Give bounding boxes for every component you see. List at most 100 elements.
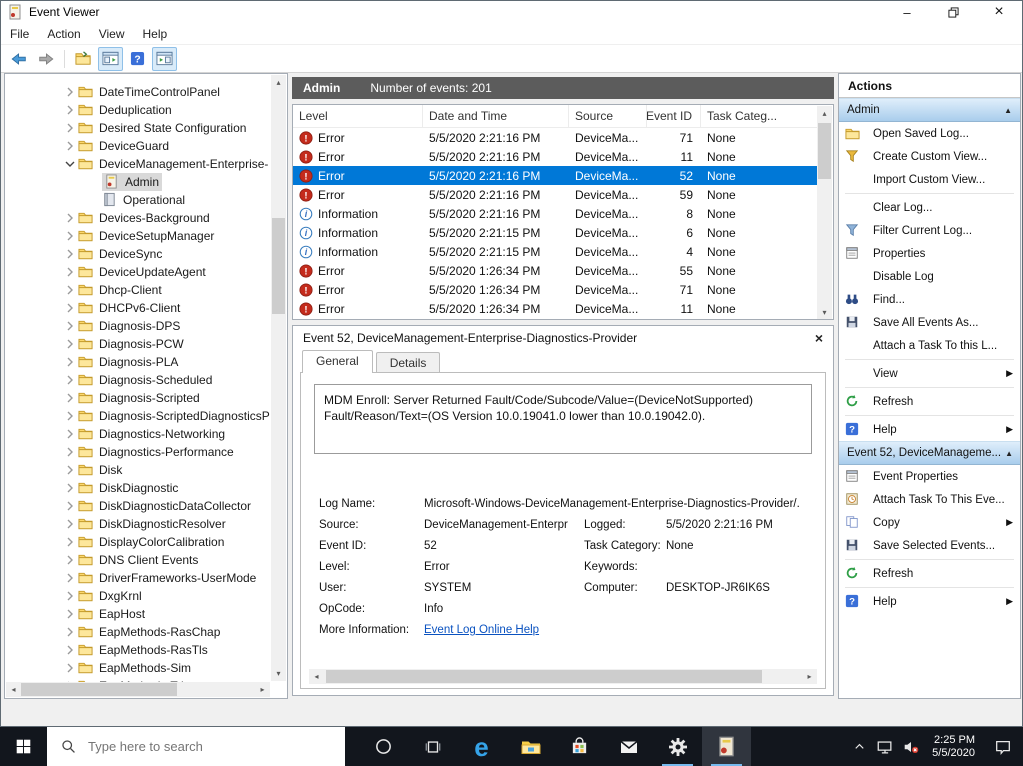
- event-row-id-11[interactable]: !Error5/5/2020 2:21:16 PMDeviceMa...11No…: [293, 147, 817, 166]
- action-import-custom-view[interactable]: Import Custom View...: [839, 168, 1020, 191]
- event-viewer-taskbar-button[interactable]: [702, 727, 751, 766]
- event-row-id-55[interactable]: !Error5/5/2020 1:26:34 PMDeviceMa...55No…: [293, 261, 817, 280]
- tree-item-diagnosis-pla[interactable]: Diagnosis-PLA: [5, 353, 270, 371]
- event-row-id-8[interactable]: iInformation5/5/2020 2:21:16 PMDeviceMa.…: [293, 204, 817, 223]
- action-attach-a-task-to-this-l[interactable]: Attach a Task To this L...: [839, 334, 1020, 357]
- console-tree-toggle[interactable]: [98, 47, 123, 71]
- event-row-id-11[interactable]: !Error5/5/2020 1:26:34 PMDeviceMa...11No…: [293, 299, 817, 318]
- chevron-right-icon[interactable]: [62, 354, 78, 370]
- action-create-custom-view[interactable]: Create Custom View...: [839, 145, 1020, 168]
- tree-item-deviceupdateagent[interactable]: DeviceUpdateAgent: [5, 263, 270, 281]
- chevron-right-icon[interactable]: [62, 210, 78, 226]
- close-icon[interactable]: ×: [815, 330, 823, 346]
- tab-general[interactable]: General: [302, 350, 373, 373]
- tree-item-eapmethods-rastls[interactable]: EapMethods-RasTls: [5, 641, 270, 659]
- chevron-right-icon[interactable]: [62, 534, 78, 550]
- action-attach-task-to-this-eve[interactable]: Attach Task To This Eve...: [839, 488, 1020, 511]
- actions-section-header-admin[interactable]: Admin▲: [839, 98, 1020, 122]
- tree-vertical-scrollbar[interactable]: ▴ ▾: [271, 75, 286, 681]
- chevron-right-icon[interactable]: [62, 246, 78, 262]
- chevron-right-icon[interactable]: [62, 570, 78, 586]
- tree-item-dhcpv6-client[interactable]: DHCPv6-Client: [5, 299, 270, 317]
- chevron-right-icon[interactable]: [62, 84, 78, 100]
- tray-chevron-up-icon[interactable]: [846, 739, 872, 754]
- scroll-right-icon[interactable]: ▸: [802, 669, 817, 684]
- chevron-right-icon[interactable]: [62, 498, 78, 514]
- action-clear-log[interactable]: Clear Log...: [839, 196, 1020, 219]
- help-button[interactable]: ?: [125, 47, 150, 71]
- collapse-icon[interactable]: ▲: [1001, 449, 1013, 458]
- event-row-id-71[interactable]: !Error5/5/2020 1:26:34 PMDeviceMa...71No…: [293, 280, 817, 299]
- event-row-id-6[interactable]: iInformation5/5/2020 2:21:15 PMDeviceMa.…: [293, 223, 817, 242]
- action-save-selected-events[interactable]: Save Selected Events...: [839, 534, 1020, 557]
- search-input[interactable]: [86, 738, 300, 755]
- menu-action[interactable]: Action: [38, 25, 89, 43]
- action-filter-current-log[interactable]: Filter Current Log...: [839, 219, 1020, 242]
- column-header-level[interactable]: Level: [293, 105, 423, 127]
- action-properties[interactable]: Properties: [839, 242, 1020, 265]
- menu-file[interactable]: File: [1, 25, 38, 43]
- chevron-right-icon[interactable]: [62, 390, 78, 406]
- taskbar-search-box[interactable]: [47, 727, 345, 766]
- action-refresh[interactable]: Refresh: [839, 562, 1020, 585]
- menu-view[interactable]: View: [90, 25, 134, 43]
- action-open-saved-log[interactable]: Open Saved Log...: [839, 122, 1020, 145]
- event-row-id-71[interactable]: !Error5/5/2020 2:21:16 PMDeviceMa...71No…: [293, 128, 817, 147]
- scroll-up-icon[interactable]: ▴: [271, 75, 286, 90]
- mail-button[interactable]: [604, 727, 653, 766]
- chevron-right-icon[interactable]: [62, 300, 78, 316]
- chevron-right-icon[interactable]: [62, 516, 78, 532]
- chevron-right-icon[interactable]: [62, 588, 78, 604]
- collapse-icon[interactable]: ▲: [1000, 106, 1012, 115]
- chevron-right-icon[interactable]: [62, 408, 78, 424]
- action-center-button[interactable]: [983, 738, 1023, 756]
- start-button[interactable]: [0, 727, 47, 766]
- actions-section-header-event-52-devicemanageme[interactable]: Event 52, DeviceManageme...▲: [839, 441, 1020, 465]
- chevron-right-icon[interactable]: [62, 606, 78, 622]
- tree-item-diagnosis-scripteddiagnosticsp[interactable]: Diagnosis-ScriptedDiagnosticsP: [5, 407, 270, 425]
- tree-item-diagnosis-pcw[interactable]: Diagnosis-PCW: [5, 335, 270, 353]
- tree-item-eapmethods-raschap[interactable]: EapMethods-RasChap: [5, 623, 270, 641]
- column-header-event-id[interactable]: Event ID: [647, 105, 701, 127]
- scroll-left-icon[interactable]: ◂: [6, 682, 21, 697]
- tree-item-diagnosis-scripted[interactable]: Diagnosis-Scripted: [5, 389, 270, 407]
- tree-item-driverframeworks-usermode[interactable]: DriverFrameworks-UserMode: [5, 569, 270, 587]
- action-help[interactable]: ?Help▶: [839, 590, 1020, 613]
- chevron-right-icon[interactable]: [62, 282, 78, 298]
- event-row-id-4[interactable]: iInformation5/5/2020 2:21:15 PMDeviceMa.…: [293, 242, 817, 261]
- file-explorer-button[interactable]: [506, 727, 555, 766]
- tree-item-eapmethods-sim[interactable]: EapMethods-Sim: [5, 659, 270, 677]
- tree-item-devicesetupmanager[interactable]: DeviceSetupManager: [5, 227, 270, 245]
- tree-item-dns-client-events[interactable]: DNS Client Events: [5, 551, 270, 569]
- event-log-online-help-link[interactable]: Event Log Online Help: [424, 623, 584, 637]
- tree-item-diskdiagnostic[interactable]: DiskDiagnostic: [5, 479, 270, 497]
- details-horizontal-scrollbar[interactable]: ◂ ▸: [309, 669, 817, 684]
- network-icon[interactable]: [872, 738, 898, 756]
- tree-item-devicemanagement-enterprise[interactable]: DeviceManagement-Enterprise-: [5, 155, 270, 173]
- action-copy[interactable]: Copy▶: [839, 511, 1020, 534]
- tree-item-diskdiagnosticdatacollector[interactable]: DiskDiagnosticDataCollector: [5, 497, 270, 515]
- tree-item-disk[interactable]: Disk: [5, 461, 270, 479]
- event-row-id-59[interactable]: !Error5/5/2020 2:21:16 PMDeviceMa...59No…: [293, 185, 817, 204]
- event-list-scrollbar[interactable]: ▴ ▾: [817, 106, 832, 320]
- chevron-right-icon[interactable]: [62, 228, 78, 244]
- column-header-date-and-time[interactable]: Date and Time: [423, 105, 569, 127]
- chevron-right-icon[interactable]: [62, 372, 78, 388]
- tree-item-deduplication[interactable]: Deduplication: [5, 101, 270, 119]
- column-header-task-categ[interactable]: Task Categ...: [701, 105, 817, 127]
- restore-button[interactable]: [930, 1, 976, 23]
- tree-item-diagnostics-networking[interactable]: Diagnostics-Networking: [5, 425, 270, 443]
- task-view-button[interactable]: [408, 727, 457, 766]
- scroll-right-icon[interactable]: ▸: [255, 682, 270, 697]
- chevron-right-icon[interactable]: [62, 642, 78, 658]
- store-button[interactable]: [555, 727, 604, 766]
- chevron-right-icon[interactable]: [62, 318, 78, 334]
- close-button[interactable]: ×: [976, 1, 1022, 23]
- settings-button[interactable]: [653, 727, 702, 766]
- tree-item-diskdiagnosticresolver[interactable]: DiskDiagnosticResolver: [5, 515, 270, 533]
- tree-item-datetimecontrolpanel[interactable]: DateTimeControlPanel: [5, 83, 270, 101]
- export-button[interactable]: [71, 47, 96, 71]
- scroll-down-icon[interactable]: ▾: [817, 305, 832, 320]
- chevron-right-icon[interactable]: [62, 138, 78, 154]
- scroll-up-icon[interactable]: ▴: [817, 106, 832, 121]
